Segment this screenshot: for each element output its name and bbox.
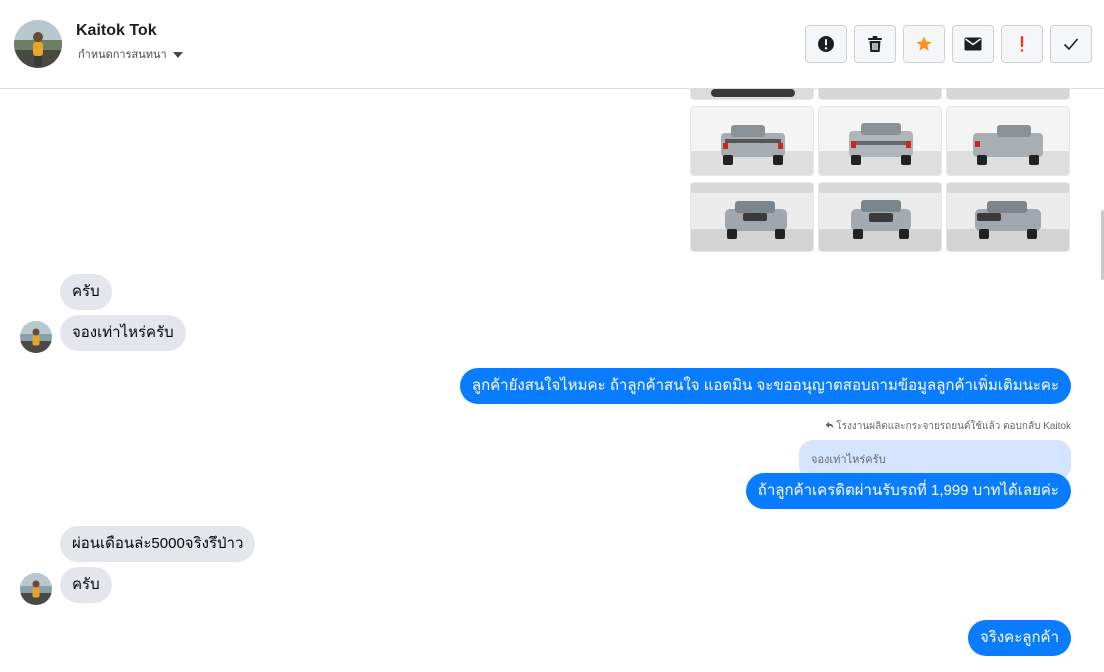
car-photo[interactable] (690, 106, 814, 176)
conversation-actions (805, 25, 1092, 63)
conversation-status-label: กำหนดการสนทนา (78, 49, 167, 61)
outgoing-message[interactable]: ลูกค้ายังสนใจไหมคะ ถ้าลูกค้าสนใจ แอดมิน … (459, 368, 1071, 404)
incoming-message[interactable]: ผ่อนเดือนล่ะ5000จริงรึป่าว (60, 526, 256, 562)
exclamation-icon (1019, 35, 1025, 53)
envelope-icon (964, 37, 982, 51)
alert-circle-icon (817, 35, 835, 53)
car-photo[interactable] (946, 88, 1070, 100)
conversation-header: Kaitok Tok กำหนดการสนทนา (0, 0, 1104, 89)
reply-meta-text: โรงงานผลิตและกระจายรถยนต์ใช้แล้ว ตอบกลับ… (836, 421, 1071, 432)
mark-important-button[interactable] (1001, 25, 1043, 63)
car-photo[interactable] (946, 106, 1070, 176)
car-photo[interactable] (690, 182, 814, 252)
contact-name: Kaitok Tok (76, 22, 157, 39)
trash-icon (867, 35, 883, 53)
outgoing-message[interactable]: ถ้าลูกค้าเครดิตผ่านรับรถที่ 1,999 บาทได้… (745, 473, 1071, 509)
car-photo[interactable] (818, 106, 942, 176)
star-icon (915, 35, 933, 53)
reply-context: โรงงานผลิตและกระจายรถยนต์ใช้แล้ว ตอบกลับ… (825, 419, 1071, 434)
mark-done-button[interactable] (1050, 25, 1092, 63)
conversation-status-dropdown[interactable]: กำหนดการสนทนา (78, 45, 183, 63)
delete-button[interactable] (854, 25, 896, 63)
incoming-message[interactable]: ครับ (60, 567, 112, 603)
photo-grid (690, 88, 1071, 254)
caret-down-icon (172, 51, 183, 58)
contact-avatar[interactable] (20, 573, 52, 605)
incoming-message[interactable]: จองเท่าไหร่ครับ (60, 315, 186, 351)
car-photo[interactable] (690, 88, 814, 100)
mark-unread-button[interactable] (952, 25, 994, 63)
report-button[interactable] (805, 25, 847, 63)
outgoing-message[interactable]: จริงคะลูกค้า (968, 620, 1071, 656)
car-photo[interactable] (818, 88, 942, 100)
incoming-message[interactable]: ครับ (60, 274, 112, 310)
star-button[interactable] (903, 25, 945, 63)
car-photo[interactable] (946, 182, 1070, 252)
contact-avatar[interactable] (14, 20, 62, 68)
checkmark-icon (1063, 37, 1079, 51)
reply-arrow-icon (825, 421, 834, 432)
car-photo[interactable] (818, 182, 942, 252)
contact-avatar[interactable] (20, 321, 52, 353)
